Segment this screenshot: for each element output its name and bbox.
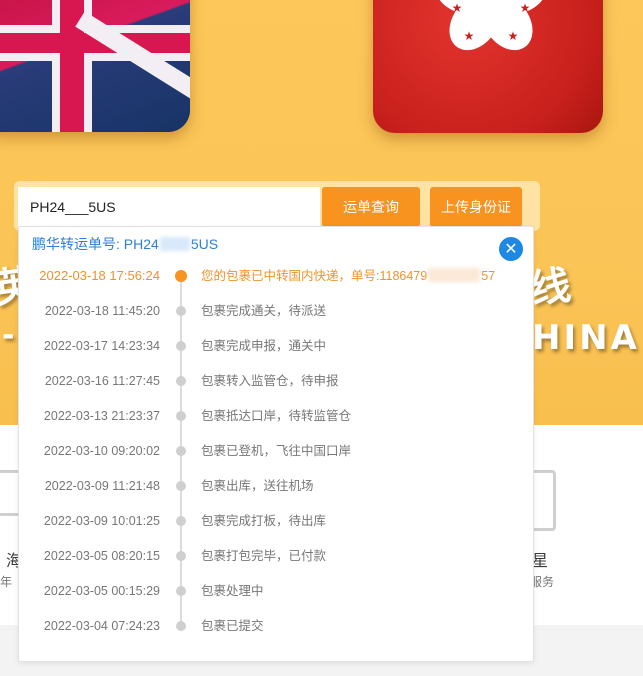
event-time: 2022-03-17 14:23:34 [43, 339, 160, 353]
timeline-event: 2022-03-05 08:20:15 包裹打包完毕，已付款 [19, 546, 533, 566]
timeline-event: 2022-03-13 21:23:37 包裹抵达口岸，待转监管仓 [19, 406, 533, 426]
close-icon[interactable]: ✕ [499, 237, 523, 261]
svg-text:★: ★ [452, 1, 463, 15]
timeline-dot-icon [176, 376, 186, 386]
hong-kong-flag-image: ★ ★ ★ ★ ★ [373, 0, 603, 133]
event-time: 2022-03-04 07:24:23 [43, 619, 160, 633]
uk-flag-image [0, 0, 190, 132]
event-time: 2022-03-05 00:15:29 [43, 584, 160, 598]
left-service-subtitle: 年 [0, 575, 13, 589]
timeline-event: 2022-03-05 00:15:29 包裹处理中 [19, 581, 533, 601]
timeline-dot-icon [176, 481, 186, 491]
svg-text:★: ★ [508, 29, 519, 43]
svg-text:★: ★ [464, 29, 475, 43]
timeline-event: 2022-03-04 07:24:23 包裹已提交 [19, 616, 533, 636]
timeline-dot-icon [175, 270, 187, 282]
query-waybill-button[interactable]: 运单查询 [322, 187, 420, 227]
timeline-event: 2022-03-18 11:45:20 包裹完成通关，待派送 [19, 301, 533, 321]
event-description: 包裹打包完毕，已付款 [201, 549, 327, 563]
event-description: 包裹已登机，飞往中国口岸 [201, 444, 352, 458]
timeline-dot-icon [176, 411, 186, 421]
timeline-dot-icon [176, 306, 186, 316]
svg-text:★: ★ [520, 1, 531, 15]
upload-id-button[interactable]: 上传身份证 [430, 187, 522, 227]
timeline-event: 2022-03-10 09:20:02 包裹已登机，飞往中国口岸 [19, 441, 533, 461]
hero-deco-china: HINA [532, 318, 640, 358]
timeline-dot-icon [176, 341, 186, 351]
timeline-dot-icon [176, 551, 186, 561]
timeline-dot-icon [176, 516, 186, 526]
event-description: 包裹完成通关，待派送 [201, 304, 327, 318]
event-time: 2022-03-10 09:20:02 [43, 444, 160, 458]
event-time: 2022-03-09 11:21:48 [44, 479, 160, 493]
event-description: 包裹出库，送往机场 [201, 479, 314, 493]
bauhinia-icon: ★ ★ ★ ★ ★ [435, 0, 547, 51]
timeline-event: 2022-03-09 10:01:25 包裹完成打板，待出库 [19, 511, 533, 531]
redacted-mark [428, 268, 481, 282]
event-description: 包裹完成申报，通关中 [201, 339, 327, 353]
timeline-dot-icon [176, 586, 186, 596]
event-time: 2022-03-18 11:45:20 [44, 304, 160, 318]
tracking-result-panel: 鹏华转运单号: PH24 5US ✕ 2022-03-18 17:56:24 您的… [18, 226, 534, 662]
tracking-number-input[interactable] [18, 187, 320, 227]
timeline-event: 2022-03-09 11:21:48 包裹出库，送往机场 [19, 476, 533, 496]
timeline-event: 2022-03-16 11:27:45 包裹转入监管仓，待申报 [19, 371, 533, 391]
tracking-number-label: 鹏华转运单号: PH24 5US [32, 236, 219, 252]
event-description: 包裹抵达口岸，待转监管仓 [201, 409, 352, 423]
event-time: 2022-03-16 11:27:45 [44, 374, 160, 388]
event-description: 包裹已提交 [201, 619, 264, 633]
timeline-dot-icon [176, 446, 186, 456]
event-description: 您的包裹已中转国内快递，单号:1186479 57 [201, 268, 496, 283]
event-time: 2022-03-05 08:20:15 [43, 549, 160, 563]
event-description: 包裹处理中 [201, 584, 264, 598]
timeline-dot-icon [176, 621, 186, 631]
event-description: 包裹完成打板，待出库 [201, 514, 327, 528]
event-time: 2022-03-18 17:56:24 [39, 268, 160, 283]
timeline-event: 2022-03-17 14:23:34 包裹完成申报，通关中 [19, 336, 533, 356]
redacted-mark [159, 237, 190, 251]
event-time: 2022-03-09 10:01:25 [43, 514, 160, 528]
event-description: 包裹转入监管仓，待申报 [201, 374, 339, 388]
right-service-title: 星 [532, 553, 549, 570]
timeline-event: 2022-03-18 17:56:24 您的包裹已中转国内快递，单号:11864… [19, 266, 533, 286]
event-time: 2022-03-13 21:23:37 [43, 409, 160, 423]
